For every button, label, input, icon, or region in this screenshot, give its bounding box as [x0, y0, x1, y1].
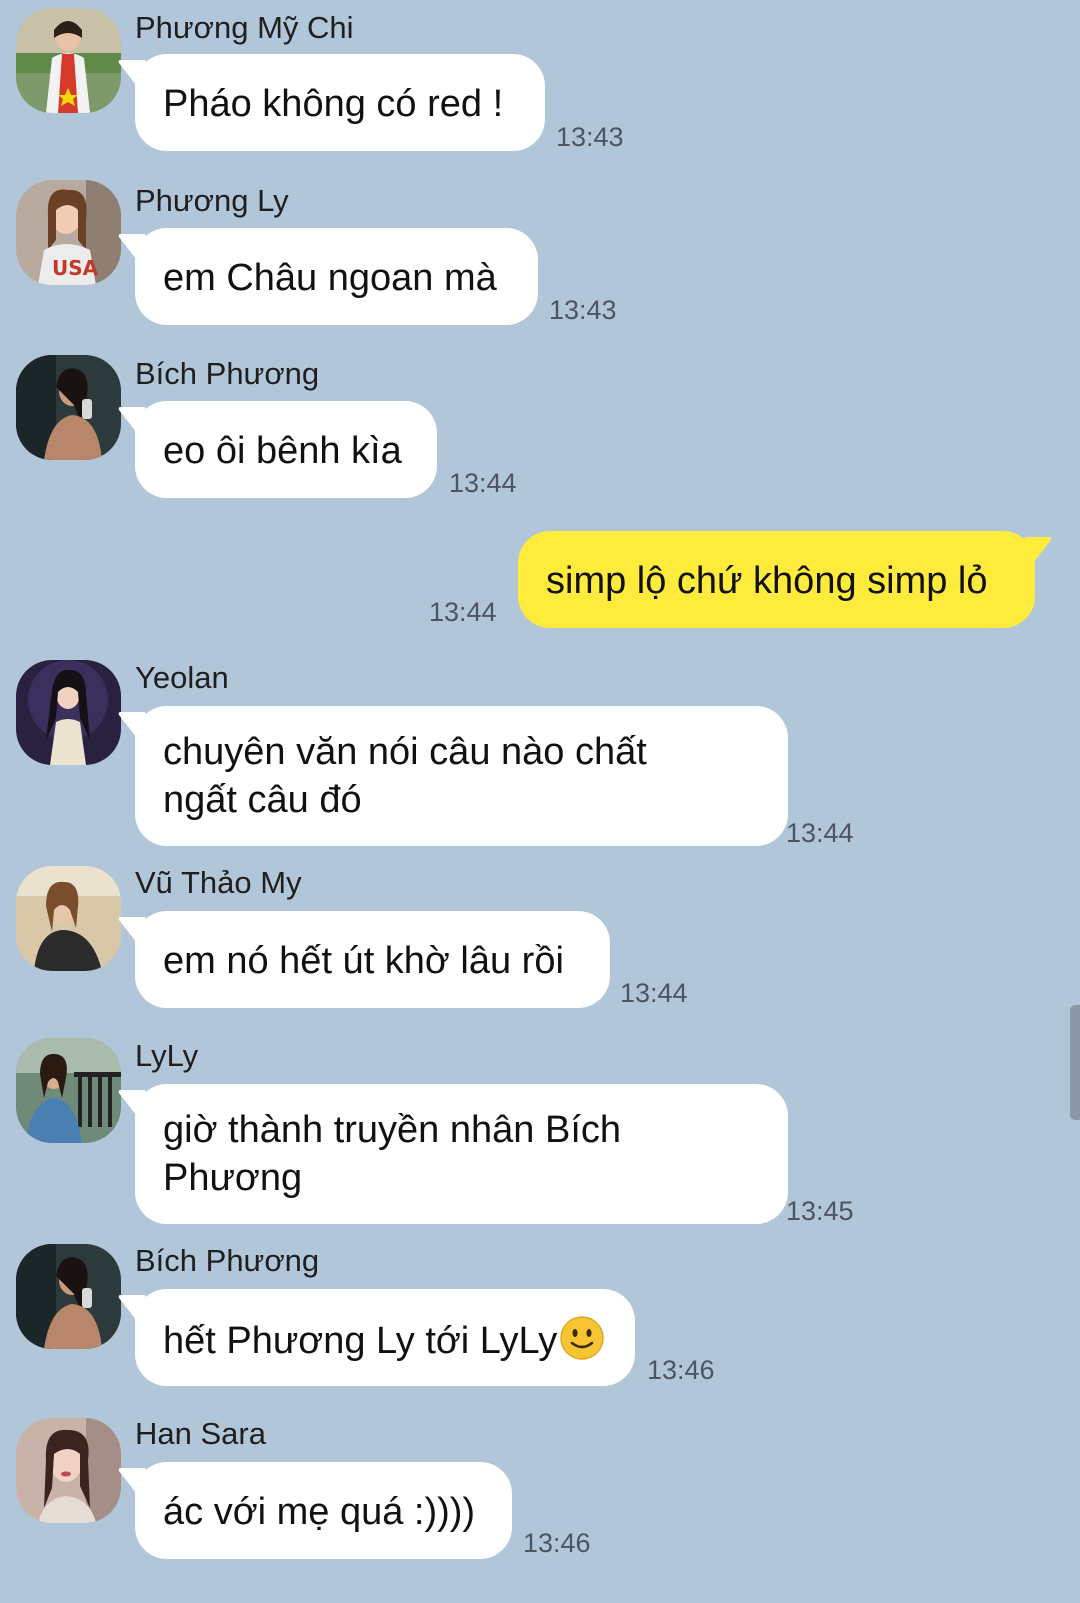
sender-name: Vũ Thảo My [135, 865, 302, 900]
message-time: 13:46 [647, 1355, 715, 1385]
sender-name: Bích Phương [135, 1243, 320, 1278]
message-bubble[interactable]: giờ thành truyền nhân Bích Phương [135, 1084, 788, 1224]
message-text: Pháo không có red ! [163, 83, 504, 125]
message-time: 13:45 [786, 1196, 854, 1226]
message-bubble[interactable]: ác với mẹ quá :)))) [135, 1462, 512, 1559]
message-time: 13:44 [429, 597, 497, 627]
sender-name: Yeolan [135, 660, 229, 695]
message-text: hết Phương Ly tới LyLy [163, 1320, 558, 1362]
message-text-line: giờ thành truyền nhân Bích [163, 1109, 622, 1151]
message-text: ác với mẹ quá :)))) [163, 1491, 476, 1533]
message-bubble[interactable]: chuyên văn nói câu nào chất ngất câu đó [135, 706, 788, 846]
svg-text:USA: USA [52, 256, 99, 280]
sender-name: Han Sara [135, 1416, 266, 1451]
message-text: eo ôi bênh kìa [163, 430, 402, 472]
sender-name: LyLy [135, 1038, 199, 1073]
avatar-lyly[interactable] [16, 1038, 121, 1143]
message-text-line: ngất câu đó [163, 779, 362, 821]
chat-message-list[interactable]: Phương Mỹ Chi Pháo không có red ! 13:43 … [0, 0, 1080, 1603]
message-text: em Châu ngoan mà [163, 257, 497, 299]
avatar-bich-phuong[interactable] [16, 355, 121, 460]
message-bubble[interactable]: eo ôi bênh kìa [135, 401, 437, 498]
message-bubble[interactable]: em Châu ngoan mà [135, 228, 538, 325]
avatar-bich-phuong[interactable] [16, 1244, 121, 1349]
message-text: em nó hết út khờ lâu rồi [163, 940, 564, 982]
message-time: 13:44 [449, 468, 517, 498]
message-bubble[interactable]: hết Phương Ly tới LyLy [135, 1289, 635, 1386]
outgoing-message-bubble[interactable]: simp lộ chứ không simp lỏ [518, 531, 1035, 628]
avatar-phuong-my-chi[interactable] [16, 8, 121, 113]
message-time: 13:44 [786, 818, 854, 848]
avatar-han-sara[interactable] [16, 1418, 121, 1523]
sender-name: Phương Mỹ Chi [135, 10, 354, 45]
slightly-smiling-face-icon [560, 1316, 604, 1360]
avatar-yeolan[interactable] [16, 660, 121, 765]
message-bubble[interactable]: em nó hết út khờ lâu rồi [135, 911, 610, 1008]
avatar-vu-thao-my[interactable] [16, 866, 121, 971]
sender-name: Phương Ly [135, 183, 289, 218]
message-time: 13:43 [549, 295, 617, 325]
sender-name: Bích Phương [135, 356, 320, 391]
message-text-line: Phương [163, 1157, 303, 1199]
avatar-phuong-ly[interactable]: USA [16, 180, 121, 285]
message-text-line: chuyên văn nói câu nào chất [163, 731, 647, 773]
message-text: simp lộ chứ không simp lỏ [546, 560, 988, 602]
message-time: 13:44 [620, 978, 688, 1008]
message-time: 13:43 [556, 122, 624, 152]
message-time: 13:46 [523, 1528, 591, 1558]
message-bubble[interactable]: Pháo không có red ! [135, 54, 545, 151]
scrollbar-thumb[interactable] [1070, 1005, 1080, 1120]
